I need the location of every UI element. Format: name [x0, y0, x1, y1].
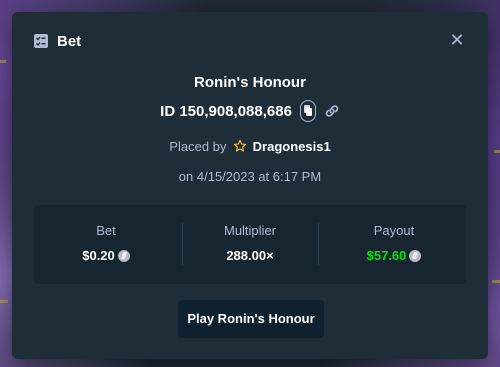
close-icon[interactable]: ✕ [447, 30, 467, 50]
multiplier-stat: Multiplier 288.00× [178, 205, 322, 284]
payout-value: $57.60 [366, 248, 407, 263]
divider [318, 223, 319, 265]
bet-value: $0.20 [82, 248, 115, 263]
bet-details-modal: Bet ✕ Ronin's Honour ID 150,908,088,686 … [12, 12, 488, 359]
litecoin-icon [409, 250, 422, 262]
bet-id: ID 150,908,088,686 [160, 102, 292, 120]
play-game-button[interactable]: Play Ronin's Honour [178, 300, 324, 338]
bet-value-row: $0.20 [34, 248, 178, 263]
game-name: Ronin's Honour [194, 74, 306, 91]
bet-label: Bet [96, 223, 116, 238]
payout-stat: Payout $57.60 [322, 205, 466, 284]
star-icon [233, 139, 247, 152]
bet-stats-panel: Bet $0.20 Multiplier 288.00× Payout $57.… [34, 205, 466, 284]
payout-label: Payout [373, 223, 415, 238]
copy-icon[interactable] [300, 100, 317, 122]
bet-id-row: ID 150,908,088,686 [12, 100, 488, 122]
bet-amount-stat: Bet $0.20 [34, 205, 178, 284]
bet-date: on 4/15/2023 at 6:17 PM [178, 169, 322, 184]
payout-value-row: $57.60 [322, 248, 466, 263]
username-link[interactable]: Dragonesis1 [253, 139, 331, 154]
placed-by-label: Placed by [169, 139, 227, 154]
link-icon[interactable] [324, 103, 340, 119]
placed-by-row: Placed by Dragonesis1 [12, 139, 488, 154]
multiplier-value: 288.00× [226, 248, 274, 263]
multiplier-label: Multiplier [223, 223, 276, 238]
modal-title: Bet [57, 33, 82, 50]
litecoin-icon [117, 250, 130, 262]
bet-slip-icon [34, 34, 48, 48]
